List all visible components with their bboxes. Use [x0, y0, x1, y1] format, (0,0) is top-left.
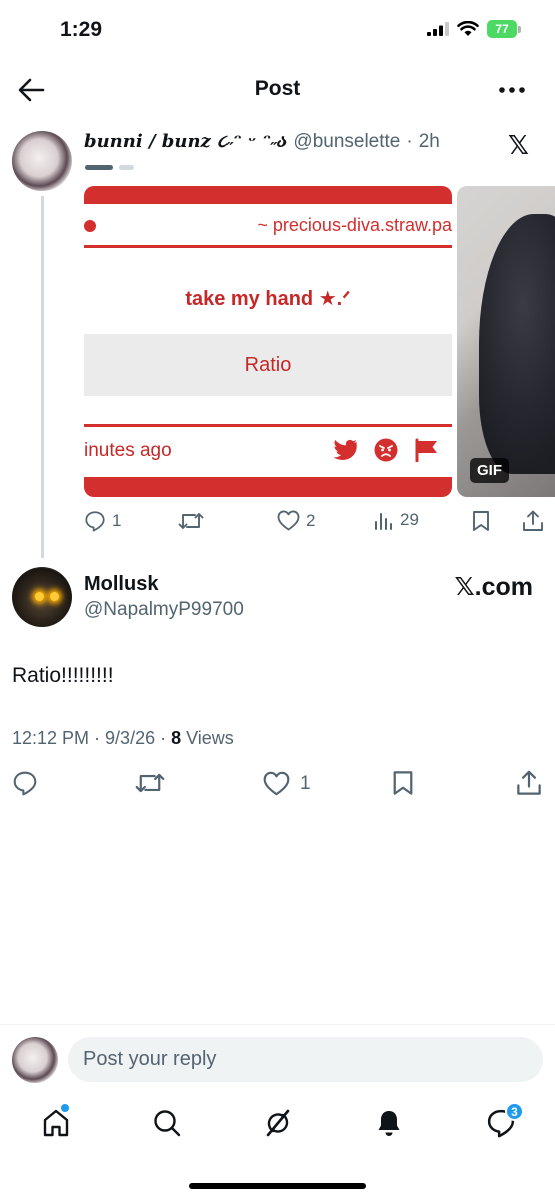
- gif-media[interactable]: GIF: [457, 186, 555, 497]
- avatar[interactable]: [12, 567, 72, 627]
- post-header: bunni / bunz ૮˶ᵔ ᵕ ᵔ˶ა @bunselette · 2h: [84, 131, 440, 153]
- views-count: 8: [171, 728, 182, 748]
- post-actions: 1: [12, 770, 543, 798]
- reply-icon: [13, 771, 37, 796]
- source-label: 𝕏.com: [454, 573, 534, 601]
- messages-badge: 3: [505, 1102, 524, 1121]
- bookmark-icon: [393, 771, 413, 795]
- more-horizontal-icon: [499, 87, 525, 93]
- post-text: Ratio!!!!!!!!!: [12, 664, 114, 687]
- home-indicator: [189, 1183, 366, 1189]
- card-bottom-bar: [84, 477, 452, 497]
- share-button[interactable]: [516, 770, 542, 796]
- views-label: Views: [181, 728, 234, 748]
- gif-image: [479, 214, 555, 474]
- like-button[interactable]: 1: [263, 771, 311, 796]
- angry-face-icon: [374, 438, 398, 462]
- reply-button[interactable]: 1: [84, 510, 121, 532]
- grok-icon: [266, 1109, 290, 1137]
- repost-button[interactable]: [178, 510, 204, 532]
- gif-badge: GIF: [470, 458, 509, 483]
- wifi-icon: [457, 21, 479, 36]
- thread-line: [41, 196, 44, 558]
- more-options-button[interactable]: [499, 87, 525, 93]
- card-url-row: ~ precious-diva.straw.pa: [84, 204, 452, 248]
- status-time: 1:29: [60, 18, 103, 41]
- bookmark-button[interactable]: [472, 510, 490, 532]
- repost-button[interactable]: [135, 770, 165, 796]
- share-icon: [517, 770, 541, 795]
- card-icons: [332, 438, 438, 462]
- avatar[interactable]: [12, 131, 72, 191]
- carousel-dot: [119, 165, 134, 170]
- bell-icon: [378, 1111, 400, 1136]
- user-handle[interactable]: @bunselette: [293, 131, 400, 153]
- divider: [0, 1024, 555, 1025]
- tab-bar: 3: [0, 1100, 555, 1150]
- media-card[interactable]: ~ precious-diva.straw.pa take my hand ★.…: [84, 186, 452, 497]
- card-top-bar: [84, 186, 452, 204]
- battery-level: 77: [487, 20, 517, 38]
- search-icon: [154, 1110, 181, 1137]
- heart-icon: [277, 510, 300, 531]
- views-button[interactable]: 29: [374, 510, 419, 530]
- analytics-icon: [375, 513, 392, 530]
- card-title: take my hand ★.ᐟ: [185, 288, 351, 310]
- x-logo-icon: 𝕏: [508, 130, 529, 160]
- flag-icon: [415, 438, 437, 462]
- display-name[interactable]: bunni / bunz ૮˶ᵔ ᵕ ᵔ˶ა: [84, 131, 287, 152]
- battery-icon: 77: [487, 20, 521, 38]
- post-timestamp[interactable]: 12:12 PM · 9/3/26 ·: [12, 728, 171, 748]
- status-icons: 77: [427, 20, 521, 38]
- card-footer-text: inutes ago: [84, 440, 172, 461]
- bird-icon: [333, 439, 357, 460]
- tab-search[interactable]: [152, 1108, 182, 1138]
- display-name[interactable]: Mollusk: [84, 573, 158, 596]
- page-title: Post: [254, 77, 301, 100]
- user-handle[interactable]: @NapalmyP99700: [84, 599, 244, 621]
- post-time[interactable]: 2h: [419, 131, 440, 153]
- post-meta: 12:12 PM · 9/3/26 · 8 Views: [12, 728, 234, 749]
- like-button[interactable]: 2: [277, 510, 315, 531]
- card-url: ~ precious-diva.straw.pa: [257, 215, 452, 235]
- avatar[interactable]: [12, 1037, 58, 1083]
- heart-icon: [263, 771, 290, 796]
- share-icon: [523, 510, 543, 531]
- tab-messages[interactable]: 3: [486, 1102, 524, 1138]
- reply-button[interactable]: [12, 770, 38, 796]
- repost-icon: [135, 773, 165, 793]
- reply-count: 1: [112, 511, 122, 530]
- card-ratio-label: Ratio: [244, 353, 292, 376]
- tab-home[interactable]: [41, 1104, 71, 1138]
- tab-grok[interactable]: [263, 1108, 293, 1138]
- signal-icon: [427, 22, 449, 36]
- carousel-indicator: [85, 165, 134, 170]
- home-icon: [43, 1109, 69, 1137]
- repost-icon: [178, 513, 204, 529]
- home-notification-dot: [61, 1104, 69, 1112]
- like-count: 1: [300, 772, 311, 794]
- card-ratio-button: Ratio: [84, 334, 452, 396]
- card-divider: [84, 424, 452, 427]
- carousel-dot-active: [85, 165, 113, 170]
- reply-input[interactable]: [68, 1037, 543, 1082]
- tab-notifications[interactable]: [374, 1108, 404, 1138]
- like-count: 2: [306, 510, 316, 530]
- post-actions: 1 2 29: [84, 510, 544, 534]
- separator: ·: [406, 131, 413, 152]
- views-count: 29: [400, 510, 419, 529]
- bookmark-button[interactable]: [392, 770, 414, 796]
- card-dot: [84, 220, 96, 232]
- share-button[interactable]: [522, 510, 544, 532]
- bookmark-icon: [473, 511, 489, 531]
- reply-icon: [85, 511, 105, 532]
